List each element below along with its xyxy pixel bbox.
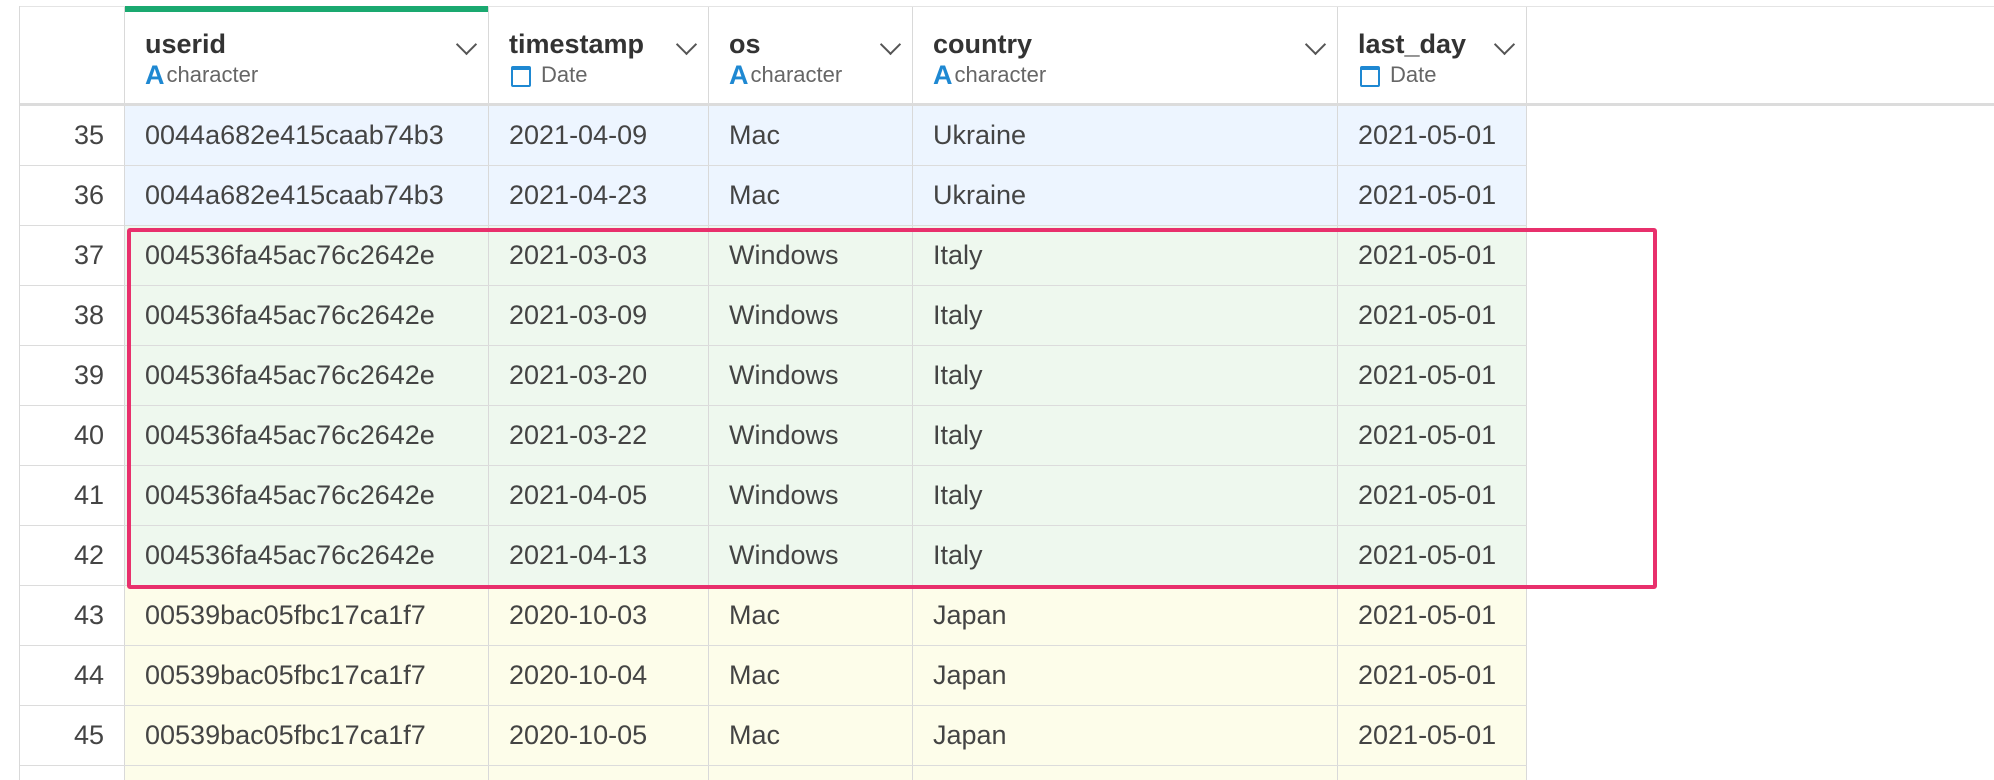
cell-timestamp[interactable]: 2021-04-23 (489, 166, 709, 225)
column-type-label: character (750, 62, 843, 87)
cell-country[interactable]: Italy (913, 226, 1338, 285)
cell-os[interactable]: Mac (709, 166, 913, 225)
column-type-label: character (166, 62, 259, 87)
cell-last-day[interactable]: 2021-05-01 (1338, 586, 1527, 645)
cell-country[interactable]: Italy (913, 466, 1338, 525)
cell-country[interactable]: Japan (913, 646, 1338, 705)
row-number: 38 (20, 286, 125, 345)
cell-os[interactable]: Mac (709, 646, 913, 705)
cell-userid (125, 766, 489, 780)
character-type-icon: A (145, 60, 165, 90)
cell-userid[interactable]: 004536fa45ac76c2642e (125, 526, 489, 585)
data-grid-viewport: userid A character timestamp Date os A c… (0, 0, 1994, 780)
cell-timestamp[interactable]: 2020-10-05 (489, 706, 709, 765)
table-header: userid A character timestamp Date os A c… (20, 6, 1994, 106)
column-header-country[interactable]: country A character (913, 7, 1338, 103)
row-number: 40 (20, 406, 125, 465)
row-number: 45 (20, 706, 125, 765)
cell-timestamp[interactable]: 2021-04-05 (489, 466, 709, 525)
cell-last-day[interactable]: 2021-05-01 (1338, 226, 1527, 285)
column-header-userid[interactable]: userid A character (125, 6, 489, 103)
cell-userid[interactable]: 004536fa45ac76c2642e (125, 346, 489, 405)
cell-os[interactable]: Windows (709, 286, 913, 345)
cell-userid[interactable]: 00539bac05fbc17ca1f7 (125, 706, 489, 765)
row-number: 35 (20, 106, 125, 165)
column-header-last-day[interactable]: last_day Date (1338, 7, 1527, 103)
cell-country[interactable]: Ukraine (913, 166, 1338, 225)
cell-os[interactable]: Mac (709, 586, 913, 645)
column-type: A character (145, 60, 488, 90)
cell-os[interactable]: Windows (709, 406, 913, 465)
cell-last-day[interactable]: 2021-05-01 (1338, 286, 1527, 345)
cell-last-day[interactable]: 2021-05-01 (1338, 706, 1527, 765)
calendar-icon (1360, 65, 1380, 87)
cell-userid[interactable]: 004536fa45ac76c2642e (125, 226, 489, 285)
cell-timestamp[interactable]: 2020-10-04 (489, 646, 709, 705)
row-number: 42 (20, 526, 125, 585)
column-type: A character (933, 60, 1337, 90)
cell-userid[interactable]: 00539bac05fbc17ca1f7 (125, 646, 489, 705)
row-number: 44 (20, 646, 125, 705)
cell-last-day[interactable]: 2021-05-01 (1338, 166, 1527, 225)
cell-last-day (1338, 766, 1527, 780)
cell-userid[interactable]: 004536fa45ac76c2642e (125, 406, 489, 465)
cell-os[interactable]: Mac (709, 106, 913, 165)
row-number: 41 (20, 466, 125, 525)
cell-timestamp[interactable]: 2021-04-09 (489, 106, 709, 165)
cell-country[interactable]: Italy (913, 526, 1338, 585)
cell-last-day[interactable]: 2021-05-01 (1338, 526, 1527, 585)
cell-last-day[interactable]: 2021-05-01 (1338, 406, 1527, 465)
calendar-icon (511, 65, 531, 87)
cell-userid[interactable]: 0044a682e415caab74b3 (125, 106, 489, 165)
cell-last-day[interactable]: 2021-05-01 (1338, 646, 1527, 705)
cell-os[interactable]: Windows (709, 526, 913, 585)
cell-os[interactable]: Windows (709, 226, 913, 285)
cell-country[interactable]: Italy (913, 406, 1338, 465)
cell-country[interactable]: Ukraine (913, 106, 1338, 165)
cell-os (709, 766, 913, 780)
cell-country[interactable]: Italy (913, 346, 1338, 405)
cell-os[interactable]: Mac (709, 706, 913, 765)
cell-userid[interactable]: 004536fa45ac76c2642e (125, 286, 489, 345)
cell-userid[interactable]: 0044a682e415caab74b3 (125, 166, 489, 225)
row-number-header (20, 7, 125, 103)
cell-timestamp[interactable]: 2021-04-13 (489, 526, 709, 585)
column-type-label: character (954, 62, 1047, 87)
cell-last-day[interactable]: 2021-05-01 (1338, 106, 1527, 165)
column-type: Date (509, 62, 708, 88)
row-number: 37 (20, 226, 125, 285)
cell-country[interactable]: Italy (913, 286, 1338, 345)
character-type-icon: A (729, 60, 749, 90)
column-name: country (933, 29, 1033, 59)
column-type: Date (1358, 62, 1526, 88)
cell-country[interactable]: Japan (913, 586, 1338, 645)
cell-country[interactable]: Japan (913, 706, 1338, 765)
column-name: userid (145, 29, 227, 59)
cell-userid[interactable]: 004536fa45ac76c2642e (125, 466, 489, 525)
cell-timestamp[interactable]: 2020-10-03 (489, 586, 709, 645)
cell-os[interactable]: Windows (709, 346, 913, 405)
empty-area (1527, 107, 1994, 780)
row-number (20, 766, 125, 780)
column-header-timestamp[interactable]: timestamp Date (489, 7, 709, 103)
cell-last-day[interactable]: 2021-05-01 (1338, 346, 1527, 405)
row-number: 39 (20, 346, 125, 405)
column-type-label: Date (1390, 62, 1437, 87)
cell-timestamp[interactable]: 2021-03-20 (489, 346, 709, 405)
cell-last-day[interactable]: 2021-05-01 (1338, 466, 1527, 525)
row-number: 43 (20, 586, 125, 645)
cell-country (913, 766, 1338, 780)
column-header-os[interactable]: os A character (709, 7, 913, 103)
cell-timestamp (489, 766, 709, 780)
cell-userid[interactable]: 00539bac05fbc17ca1f7 (125, 586, 489, 645)
row-number: 36 (20, 166, 125, 225)
character-type-icon: A (933, 60, 953, 90)
cell-os[interactable]: Windows (709, 466, 913, 525)
column-type: A character (729, 60, 912, 90)
cell-timestamp[interactable]: 2021-03-09 (489, 286, 709, 345)
column-type-label: Date (541, 62, 588, 87)
cell-timestamp[interactable]: 2021-03-03 (489, 226, 709, 285)
cell-timestamp[interactable]: 2021-03-22 (489, 406, 709, 465)
